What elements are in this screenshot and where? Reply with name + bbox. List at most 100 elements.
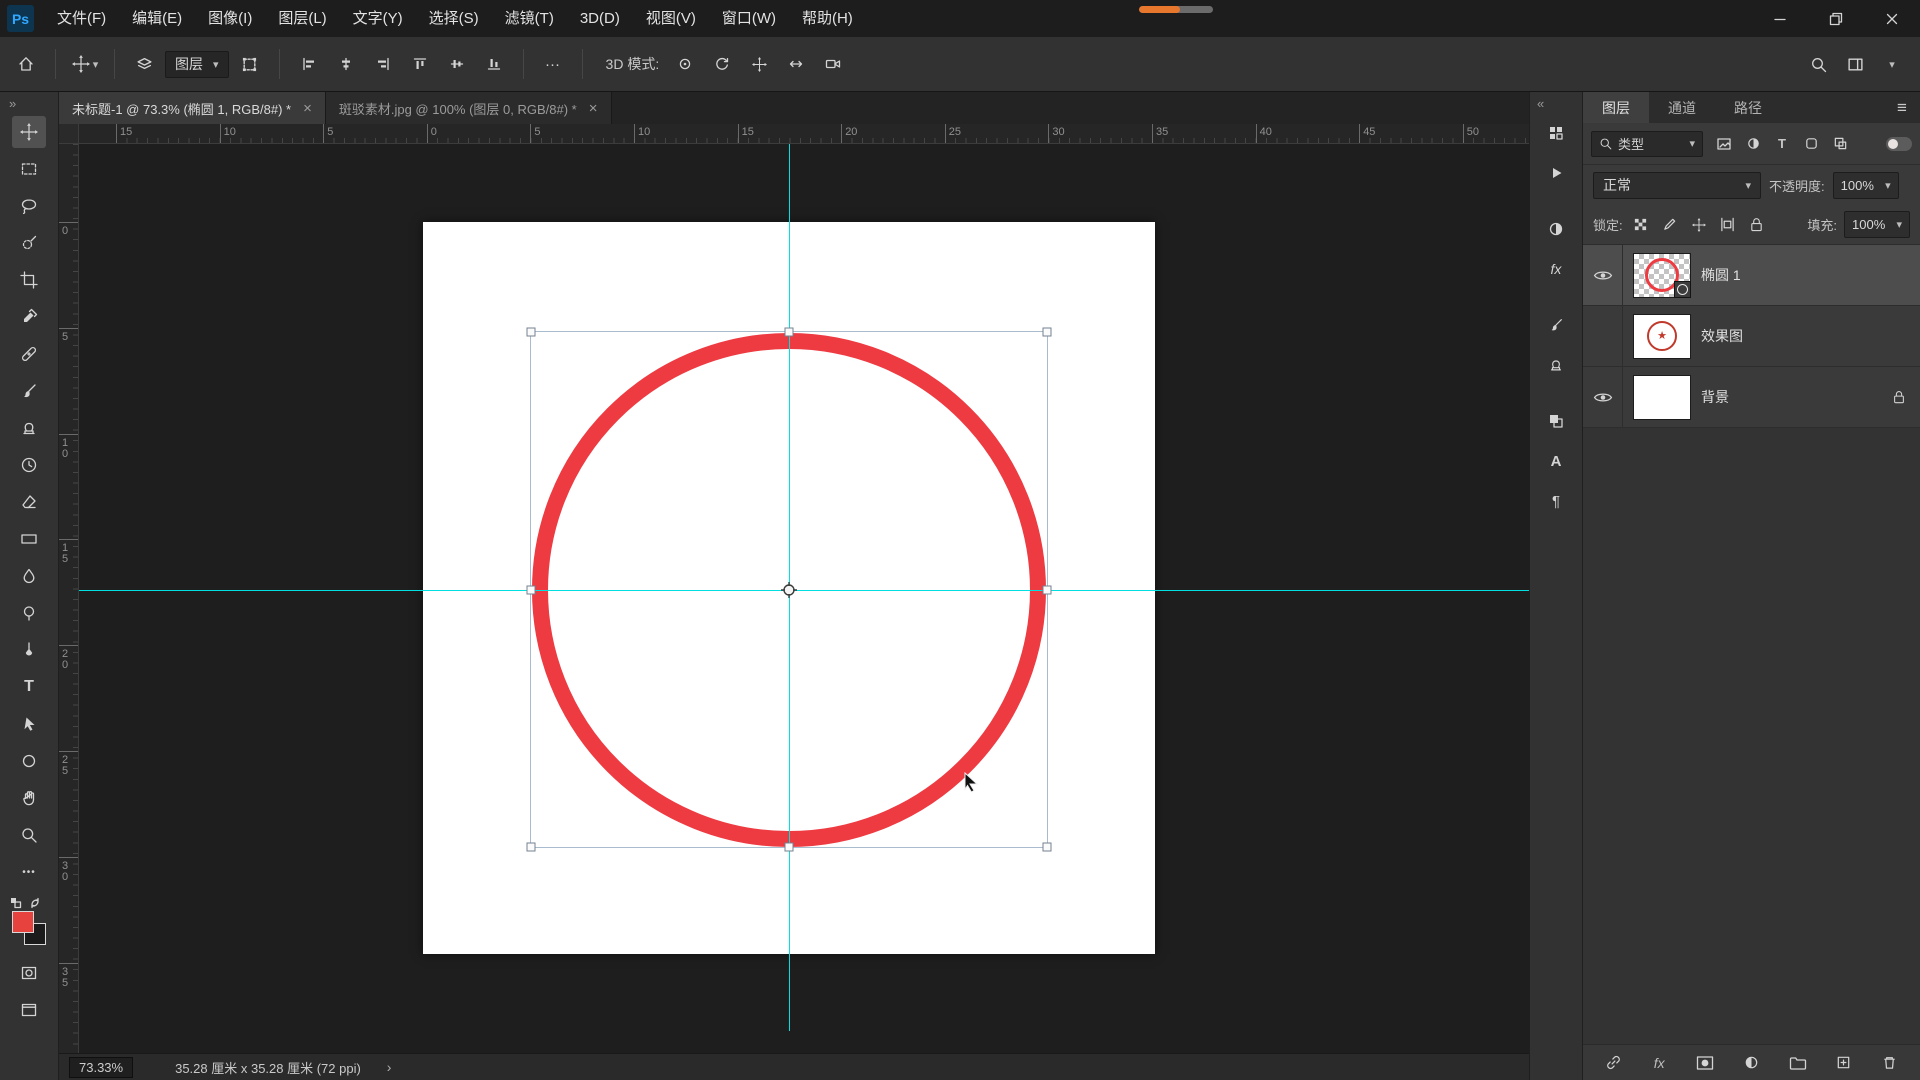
layer-name[interactable]: 效果图: [1701, 326, 1743, 346]
lasso-tool[interactable]: [12, 190, 46, 222]
layer-row-ellipse[interactable]: 椭圆 1: [1583, 245, 1920, 306]
panel-menu-icon[interactable]: ≡: [1884, 92, 1920, 123]
filter-smart-objects-icon[interactable]: [1827, 132, 1853, 156]
align-center-horizontal-icon[interactable]: [330, 47, 362, 81]
ruler-origin-corner[interactable]: [59, 124, 79, 144]
lock-artboard-icon[interactable]: [1717, 214, 1739, 236]
history-brush-tool[interactable]: [12, 449, 46, 481]
menu-3d[interactable]: 3D(D): [567, 0, 633, 37]
workspace-switcher-icon[interactable]: [1839, 47, 1871, 81]
paragraph-panel-icon[interactable]: ¶: [1540, 487, 1572, 515]
layer-row-effect[interactable]: ★ 效果图: [1583, 306, 1920, 367]
workspace-chevron-icon[interactable]: ▾: [1876, 47, 1908, 81]
hand-tool[interactable]: [12, 782, 46, 814]
3d-pan-icon[interactable]: [743, 47, 775, 81]
gradient-tool[interactable]: [12, 523, 46, 555]
menu-select[interactable]: 选择(S): [416, 0, 492, 37]
rectangular-marquee-tool[interactable]: [12, 153, 46, 185]
lock-pixels-icon[interactable]: [1659, 214, 1681, 236]
path-selection-tool[interactable]: [12, 708, 46, 740]
zoom-level-field[interactable]: 73.33%: [69, 1056, 134, 1078]
opacity-dropdown[interactable]: 100% ▾: [1832, 171, 1899, 199]
move-tool[interactable]: [12, 116, 46, 148]
layer-name[interactable]: 背景: [1701, 387, 1729, 407]
default-colors-icon[interactable]: [10, 897, 22, 909]
lock-all-icon[interactable]: [1746, 214, 1768, 236]
color-swatches[interactable]: [9, 897, 49, 951]
transform-handle-nw[interactable]: [526, 327, 536, 337]
pen-tool[interactable]: [12, 634, 46, 666]
clone-stamp-tool[interactable]: [12, 412, 46, 444]
new-group-folder-icon[interactable]: [1785, 1050, 1811, 1076]
brush-tool[interactable]: [12, 375, 46, 407]
lock-position-icon[interactable]: [1688, 214, 1710, 236]
add-layer-mask-icon[interactable]: [1692, 1050, 1718, 1076]
layer-row-background[interactable]: 背景: [1583, 367, 1920, 428]
close-tab-icon[interactable]: ×: [303, 100, 312, 117]
transform-handle-se[interactable]: [1042, 842, 1052, 852]
quick-selection-tool[interactable]: [12, 227, 46, 259]
edit-toolbar-icon[interactable]: •••: [12, 856, 46, 888]
menu-help[interactable]: 帮助(H): [789, 0, 866, 37]
minimize-button[interactable]: [1752, 0, 1808, 37]
quick-mask-button[interactable]: [12, 957, 46, 989]
menu-filter[interactable]: 滤镜(T): [492, 0, 567, 37]
new-layer-icon[interactable]: [1831, 1050, 1857, 1076]
layer-thumbnail[interactable]: [1633, 374, 1691, 420]
show-transform-controls-icon[interactable]: [234, 47, 266, 81]
filter-adjustment-layers-icon[interactable]: [1740, 132, 1766, 156]
transform-handle-w[interactable]: [526, 585, 536, 594]
vertical-ruler[interactable]: 0 5 10 15 20 25 30 35: [59, 144, 79, 1053]
filter-type-layers-icon[interactable]: T: [1769, 132, 1795, 156]
actions-panel-icon[interactable]: [1540, 159, 1572, 187]
link-layers-icon[interactable]: [1600, 1050, 1626, 1076]
menu-type[interactable]: 文字(Y): [340, 0, 416, 37]
menu-file[interactable]: 文件(F): [44, 0, 119, 37]
panels-collapse-icon[interactable]: «: [1530, 94, 1551, 119]
current-tool-move-icon[interactable]: ▾: [69, 47, 101, 81]
3d-roll-icon[interactable]: [706, 47, 738, 81]
close-tab-icon[interactable]: ×: [589, 100, 598, 117]
align-bottom-icon[interactable]: [478, 47, 510, 81]
lock-transparency-icon[interactable]: [1630, 214, 1652, 236]
layer-thumbnail[interactable]: ★: [1633, 313, 1691, 359]
screen-mode-button[interactable]: [12, 994, 46, 1026]
libraries-panel-icon[interactable]: [1540, 119, 1572, 147]
restore-button[interactable]: [1808, 0, 1864, 37]
zoom-tool[interactable]: [12, 819, 46, 851]
clone-source-panel-icon[interactable]: [1540, 351, 1572, 379]
filter-toggle[interactable]: [1886, 136, 1912, 151]
brush-settings-panel-icon[interactable]: [1540, 311, 1572, 339]
align-right-icon[interactable]: [367, 47, 399, 81]
visibility-toggle[interactable]: [1583, 367, 1623, 427]
more-align-options-icon[interactable]: ···: [537, 47, 569, 81]
transform-handle-ne[interactable]: [1042, 327, 1052, 337]
home-icon[interactable]: [10, 47, 42, 81]
transform-handle-s[interactable]: [784, 842, 794, 852]
canvas-viewport[interactable]: [79, 144, 1529, 1053]
auto-select-target-dropdown[interactable]: 图层 ▾: [165, 50, 229, 78]
layer-thumbnail[interactable]: [1633, 252, 1691, 298]
adjustments-panel-icon[interactable]: [1540, 215, 1572, 243]
close-button[interactable]: [1864, 0, 1920, 37]
tab-paths[interactable]: 路径: [1715, 92, 1781, 123]
type-tool[interactable]: T: [12, 671, 46, 703]
3d-slide-icon[interactable]: [780, 47, 812, 81]
spot-healing-brush-tool[interactable]: [12, 338, 46, 370]
color-panel-icon[interactable]: [1540, 407, 1572, 435]
filter-type-dropdown[interactable]: 类型 ▾: [1591, 130, 1703, 157]
auto-select-layers-icon[interactable]: [128, 47, 160, 81]
3d-orbit-icon[interactable]: [669, 47, 701, 81]
foreground-color-swatch[interactable]: [12, 911, 34, 933]
app-logo-icon[interactable]: Ps: [7, 5, 34, 32]
fill-dropdown[interactable]: 100% ▾: [1844, 211, 1910, 238]
layer-style-fx-icon[interactable]: fx: [1646, 1050, 1672, 1076]
horizontal-ruler[interactable]: 15 10 5 0 5 10 15 20 25 30 35 40 45 50: [79, 124, 1529, 144]
visibility-toggle[interactable]: [1583, 306, 1623, 366]
transform-handle-n[interactable]: [784, 327, 794, 337]
menu-edit[interactable]: 编辑(E): [119, 0, 195, 37]
swap-colors-icon[interactable]: [29, 897, 41, 909]
ellipse-tool[interactable]: [12, 745, 46, 777]
eraser-tool[interactable]: [12, 486, 46, 518]
filter-pixel-layers-icon[interactable]: [1711, 132, 1737, 156]
